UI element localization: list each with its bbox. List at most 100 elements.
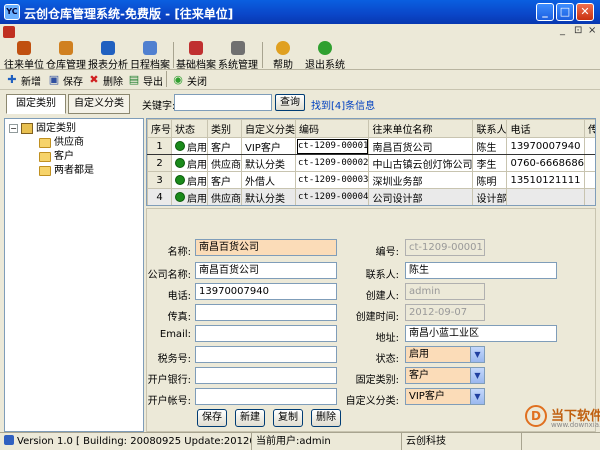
tree-item-customer[interactable]: 客户 xyxy=(39,150,74,163)
row-fax xyxy=(584,137,595,155)
toolbar-warehouse-button[interactable]: 仓库管理 xyxy=(46,40,86,71)
mdi-minimize-icon[interactable]: _ xyxy=(560,25,565,36)
status-icon xyxy=(4,435,14,445)
row-category: 客户 xyxy=(207,171,242,189)
tab-fixed-category[interactable]: 固定类别 xyxy=(6,94,66,114)
keyword-label: 关键字: xyxy=(142,101,176,112)
toolbar-system-button[interactable]: 系统管理 xyxy=(218,40,258,71)
enabled-icon xyxy=(175,175,185,185)
mdi-restore-icon[interactable]: ⊡ xyxy=(574,25,582,36)
bank-label: 开户银行: xyxy=(147,375,191,386)
export-icon: ▤ xyxy=(128,73,140,86)
fax-field[interactable] xyxy=(195,304,337,321)
collapse-icon[interactable]: − xyxy=(9,124,18,133)
add-button[interactable]: ✚ 新增 xyxy=(6,72,41,88)
created-time-label: 创建时间: xyxy=(355,312,399,323)
close-window-icon[interactable]: ✕ xyxy=(576,3,594,21)
save-button[interactable]: 保存 xyxy=(197,409,227,427)
toolbar-contacts-button[interactable]: 往来单位 xyxy=(4,40,44,71)
save-toolbar-button[interactable]: ▣ 保存 xyxy=(48,72,83,88)
col-header-status[interactable]: 状态 xyxy=(171,119,208,138)
row-name: 深圳业务部 xyxy=(368,171,474,189)
category-root-icon xyxy=(21,123,33,134)
delete-toolbar-button[interactable]: ✖ 删除 xyxy=(88,72,123,88)
status-select[interactable]: 启用 ▼ xyxy=(405,346,485,363)
col-header-custom[interactable]: 自定义分类 xyxy=(241,119,296,138)
row-code: ct-1209-00002 xyxy=(294,154,370,172)
row-index: 3 xyxy=(147,171,172,189)
contacts-icon xyxy=(17,41,31,55)
toolbar-archive-button[interactable]: 基础档案 xyxy=(176,40,216,71)
col-header-contact[interactable]: 联系人 xyxy=(472,119,508,138)
row-index: 2 xyxy=(147,154,172,172)
new-button[interactable]: 新建 xyxy=(235,409,265,427)
created-time-field: 2012-09-07 xyxy=(405,304,485,321)
custom-category-label: 自定义分类: xyxy=(345,396,399,407)
row-fax xyxy=(584,154,595,172)
toolbar-separator xyxy=(166,71,167,87)
close-icon: ◉ xyxy=(173,73,183,86)
table-row[interactable]: 2 启用 供应商 默认分类 ct-1209-00002 中山古镇云创灯饰公司 李… xyxy=(147,154,595,172)
copy-button[interactable]: 复制 xyxy=(273,409,303,427)
table-row[interactable]: 4 启用 供应商 默认分类 ct-1209-00004 公司设计部 设计部 xyxy=(147,188,595,205)
maximize-icon[interactable]: □ xyxy=(556,3,574,21)
filter-bar: 固定类别 自定义分类 关键字: 查询 找到[4]条信息 xyxy=(0,92,600,116)
tax-field[interactable] xyxy=(195,346,337,363)
close-tab-button[interactable]: ◉ 关闭 xyxy=(172,72,207,88)
query-button[interactable]: 查询 xyxy=(275,94,305,111)
row-status: 启用 xyxy=(171,171,208,189)
status-user: 当前用户:admin xyxy=(252,433,402,450)
row-contact: 设计部 xyxy=(472,188,508,205)
account-label: 开户帐号: xyxy=(147,396,191,407)
account-field[interactable] xyxy=(195,388,337,405)
email-field[interactable] xyxy=(195,325,337,342)
contacts-table: 序号 状态 类别 自定义分类 编码 往来单位名称 联系人 电话 传真 1 启用 … xyxy=(146,118,596,206)
minimize-icon[interactable]: _ xyxy=(536,3,554,21)
fixed-category-label: 固定类别: xyxy=(355,375,399,386)
chevron-down-icon[interactable]: ▼ xyxy=(470,389,484,404)
row-phone: 13510121111 xyxy=(506,171,586,189)
toolbar-report-button[interactable]: 报表分析 xyxy=(88,40,128,71)
row-custom: 外借人 xyxy=(241,171,296,189)
toolbar-help-button[interactable]: 帮助 xyxy=(268,40,298,71)
tree-root[interactable]: − 固定类别 xyxy=(9,122,76,135)
col-header-category[interactable]: 类别 xyxy=(207,119,242,138)
row-code: ct-1209-00003 xyxy=(294,171,370,189)
col-header-index[interactable]: 序号 xyxy=(147,119,172,138)
chevron-down-icon[interactable]: ▼ xyxy=(470,347,484,362)
phone-field[interactable]: 13970007940 xyxy=(195,283,337,300)
fixed-category-select[interactable]: 客户 ▼ xyxy=(405,367,485,384)
tree-item-both[interactable]: 两者都是 xyxy=(39,164,94,177)
custom-category-select[interactable]: VIP客户 ▼ xyxy=(405,388,485,405)
toolbar-separator xyxy=(173,42,174,68)
bank-field[interactable] xyxy=(195,367,337,384)
tab-custom-category[interactable]: 自定义分类 xyxy=(68,94,130,114)
col-header-name[interactable]: 往来单位名称 xyxy=(368,119,474,138)
mdi-child-icon[interactable] xyxy=(3,26,15,38)
contact-field[interactable]: 陈生 xyxy=(405,262,557,279)
app-logo-icon: YC xyxy=(4,4,20,20)
name-field[interactable]: 南昌百货公司 xyxy=(195,239,337,256)
row-status: 启用 xyxy=(171,154,208,172)
row-name: 公司设计部 xyxy=(368,188,474,205)
toolbar-calendar-button[interactable]: 日程档案 xyxy=(130,40,170,71)
address-field[interactable]: 南昌小蓝工业区 xyxy=(405,325,557,342)
col-header-code[interactable]: 编码 xyxy=(294,119,370,138)
mdi-close-icon[interactable]: × xyxy=(588,25,596,36)
creator-field: admin xyxy=(405,283,485,300)
col-header-fax[interactable]: 传真 xyxy=(584,119,595,138)
table-row[interactable]: 1 启用 客户 VIP客户 ct-1209-00001 南昌百货公司 陈生 13… xyxy=(147,137,595,155)
folder-icon xyxy=(39,165,51,176)
tree-item-supplier[interactable]: 供应商 xyxy=(39,136,84,149)
col-header-phone[interactable]: 电话 xyxy=(506,119,586,138)
row-category: 客户 xyxy=(207,137,242,155)
toolbar-exit-button[interactable]: 退出系统 xyxy=(304,40,346,71)
export-button[interactable]: ▤ 导出 xyxy=(128,72,163,88)
chevron-down-icon[interactable]: ▼ xyxy=(470,368,484,383)
keyword-input[interactable] xyxy=(174,94,272,111)
name-label: 名称: xyxy=(167,247,191,258)
table-row[interactable]: 3 启用 客户 外借人 ct-1209-00003 深圳业务部 陈明 13510… xyxy=(147,171,595,189)
company-field[interactable]: 南昌百货公司 xyxy=(195,262,337,279)
delete-button[interactable]: 删除 xyxy=(311,409,341,427)
phone-label: 电话: xyxy=(167,291,191,302)
